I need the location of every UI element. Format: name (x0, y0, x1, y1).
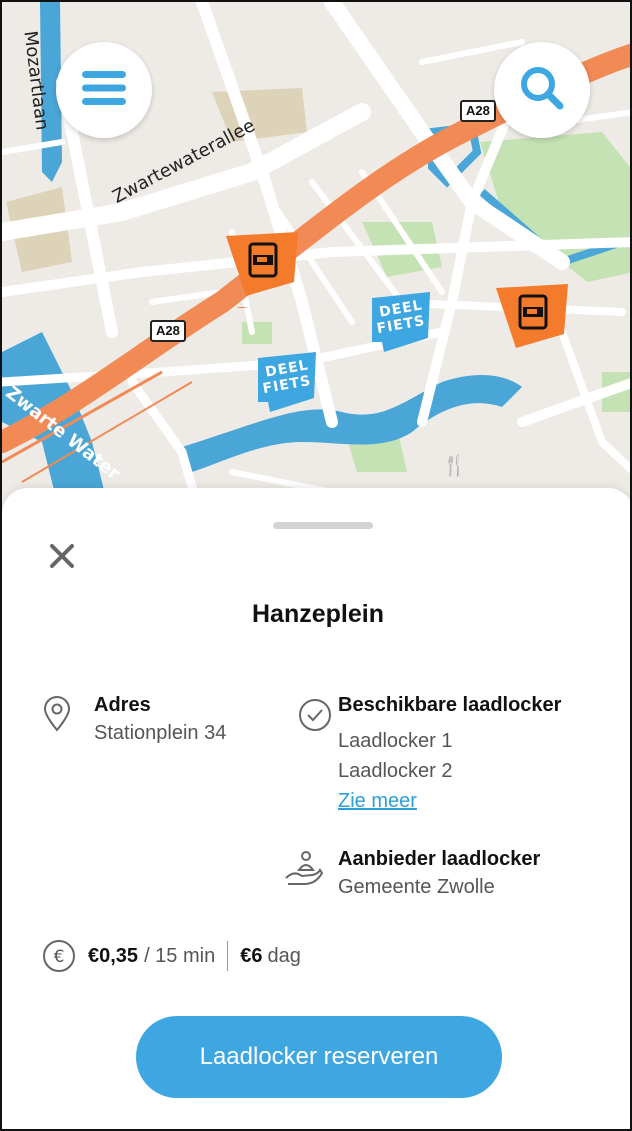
search-icon (519, 65, 565, 116)
svg-text:€: € (54, 947, 65, 967)
close-icon (50, 544, 74, 568)
provider-value: Gemeente Zwolle (338, 876, 495, 898)
location-detail-sheet: Hanzeplein Adres Stationplein 34 Beschik… (2, 488, 630, 1129)
reserve-locker-button[interactable]: Laadlocker reserveren (136, 1016, 502, 1098)
available-locker-item: Laadlocker 2 (338, 760, 453, 782)
menu-button[interactable] (56, 42, 152, 138)
search-button[interactable] (494, 42, 590, 138)
road-shield-a28: A28 (150, 320, 186, 342)
available-locker-item: Laadlocker 1 (338, 730, 453, 752)
hand-person-icon (284, 848, 324, 893)
deelfiets-marker[interactable]: DEEL FIETS (256, 352, 318, 418)
price-row: € €0,35 / 15 min €6 dag (42, 938, 301, 974)
locker-icon (226, 232, 298, 311)
locker-icon (496, 284, 568, 348)
day-price: €6 (240, 944, 263, 967)
location-title: Hanzeplein (252, 600, 384, 628)
hamburger-icon (82, 70, 126, 111)
euro-icon: € (42, 939, 76, 973)
price-period: / 15 min (144, 944, 216, 967)
address-value: Stationplein 34 (94, 722, 227, 744)
price-divider (227, 941, 229, 971)
road-shield-a28: A28 (460, 100, 496, 122)
deelfiets-marker[interactable]: DEEL FIETS (370, 292, 432, 358)
locker-marker[interactable] (494, 284, 570, 360)
see-more-link[interactable]: Zie meer (338, 790, 417, 813)
location-pin-icon (42, 696, 72, 737)
provider-heading: Aanbieder laadlocker (338, 848, 541, 870)
map-view[interactable]: 🍴 Mozartlaan Zwartewaterallee Zwarte Wat… (2, 2, 630, 522)
check-circle-icon (298, 698, 332, 737)
sheet-drag-handle[interactable] (273, 522, 373, 529)
price-per-period: €0,35 (88, 944, 139, 967)
address-heading: Adres (94, 694, 151, 716)
close-button[interactable] (46, 540, 78, 572)
app-screen: 🍴 Mozartlaan Zwartewaterallee Zwarte Wat… (0, 0, 632, 1131)
svg-text:🍴: 🍴 (442, 453, 467, 477)
day-label: dag (267, 944, 301, 967)
availability-heading: Beschikbare laadlocker (338, 694, 562, 716)
locker-marker[interactable] (224, 232, 300, 311)
